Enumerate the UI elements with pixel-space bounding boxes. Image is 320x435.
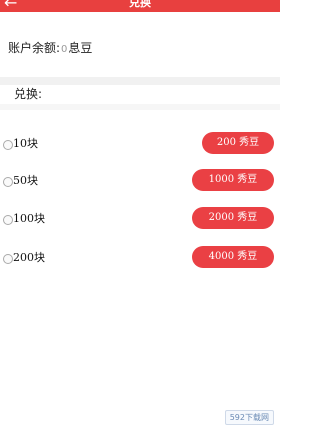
exchange-option[interactable]: 10块 200 秀豆 [0,132,280,158]
balance-unit: 息豆 [68,41,93,55]
exchange-price-button[interactable]: 2000 秀豆 [192,207,274,229]
exchange-option[interactable]: 200块 4000 秀豆 [0,246,280,272]
option-amount: 100块 [13,212,45,225]
exchange-option[interactable]: 100块 2000 秀豆 [0,207,280,233]
radio-button[interactable] [3,140,13,150]
site-watermark-logo: 592下载网 [224,410,274,425]
option-amount: 200块 [13,251,45,264]
section-divider [0,77,280,85]
exchange-label: 兑换: [14,87,43,101]
page-title: 兑换 [129,0,151,9]
account-balance: 账户余额:0息豆 [8,40,92,58]
exchange-price-button[interactable]: 1000 秀豆 [192,169,274,191]
exchange-price-button[interactable]: 200 秀豆 [202,132,274,154]
radio-button[interactable] [3,254,13,264]
header-bar: ← 兑换 [0,0,280,12]
balance-value: 0 [61,44,68,55]
exchange-price-button[interactable]: 4000 秀豆 [192,246,274,268]
option-amount: 10块 [13,137,38,150]
section-divider [0,104,280,110]
exchange-option[interactable]: 50块 1000 秀豆 [0,169,280,195]
radio-button[interactable] [3,215,13,225]
radio-button[interactable] [3,177,13,187]
option-amount: 50块 [13,174,38,187]
balance-label: 账户余额: [8,41,61,55]
